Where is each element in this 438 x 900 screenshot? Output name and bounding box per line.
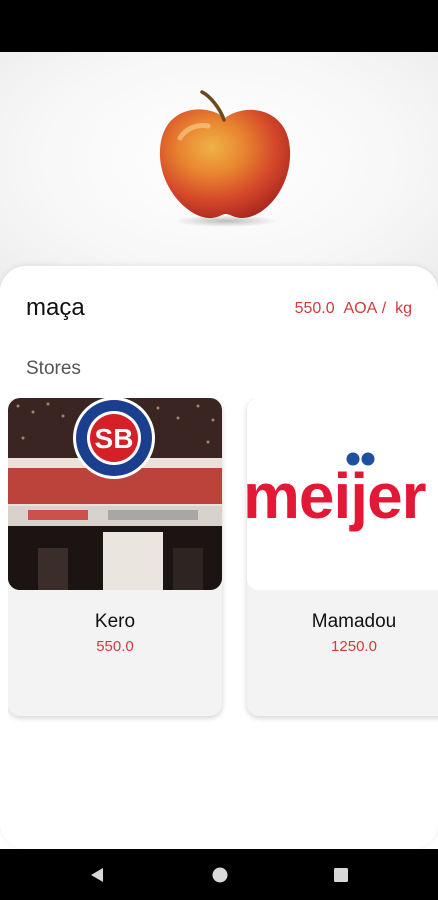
product-image [0, 52, 438, 292]
store-logo-text: SB [95, 423, 134, 454]
store-card-kero[interactable]: SB Kero 550.0 [8, 398, 222, 716]
store-name: Mamadou [311, 611, 397, 632]
store-image: SB [8, 398, 222, 590]
store-card-mamadou[interactable]: meijer Mamadou 1250.0 [247, 398, 438, 716]
product-name: maça [26, 294, 85, 321]
product-unit: kg [395, 300, 412, 317]
stores-title: Stores [26, 358, 81, 379]
product-price-line: 550.0 AOA / kg [295, 300, 412, 318]
square-recents-icon[interactable] [315, 849, 366, 900]
apple-image [150, 88, 300, 228]
product-currency: AOA [343, 300, 378, 317]
store-logo-text: meijer [247, 460, 426, 532]
circle-home-icon[interactable] [194, 849, 245, 900]
product-detail-sheet: maça 550.0 AOA / kg Stores SB Kero 550.0… [0, 266, 438, 849]
store-name: Kero [94, 611, 136, 632]
stores-list[interactable]: SB Kero 550.0 meijer Mamadou 1250.0 [8, 398, 438, 728]
store-price: 550.0 [96, 638, 134, 655]
price-separator: / [381, 300, 387, 317]
status-bar [0, 0, 438, 52]
store-image: meijer [247, 398, 438, 590]
triangle-back-icon[interactable] [71, 849, 122, 900]
navigation-bar [0, 849, 438, 900]
store-price: 1250.0 [331, 638, 377, 655]
product-price: 550.0 [294, 300, 335, 317]
